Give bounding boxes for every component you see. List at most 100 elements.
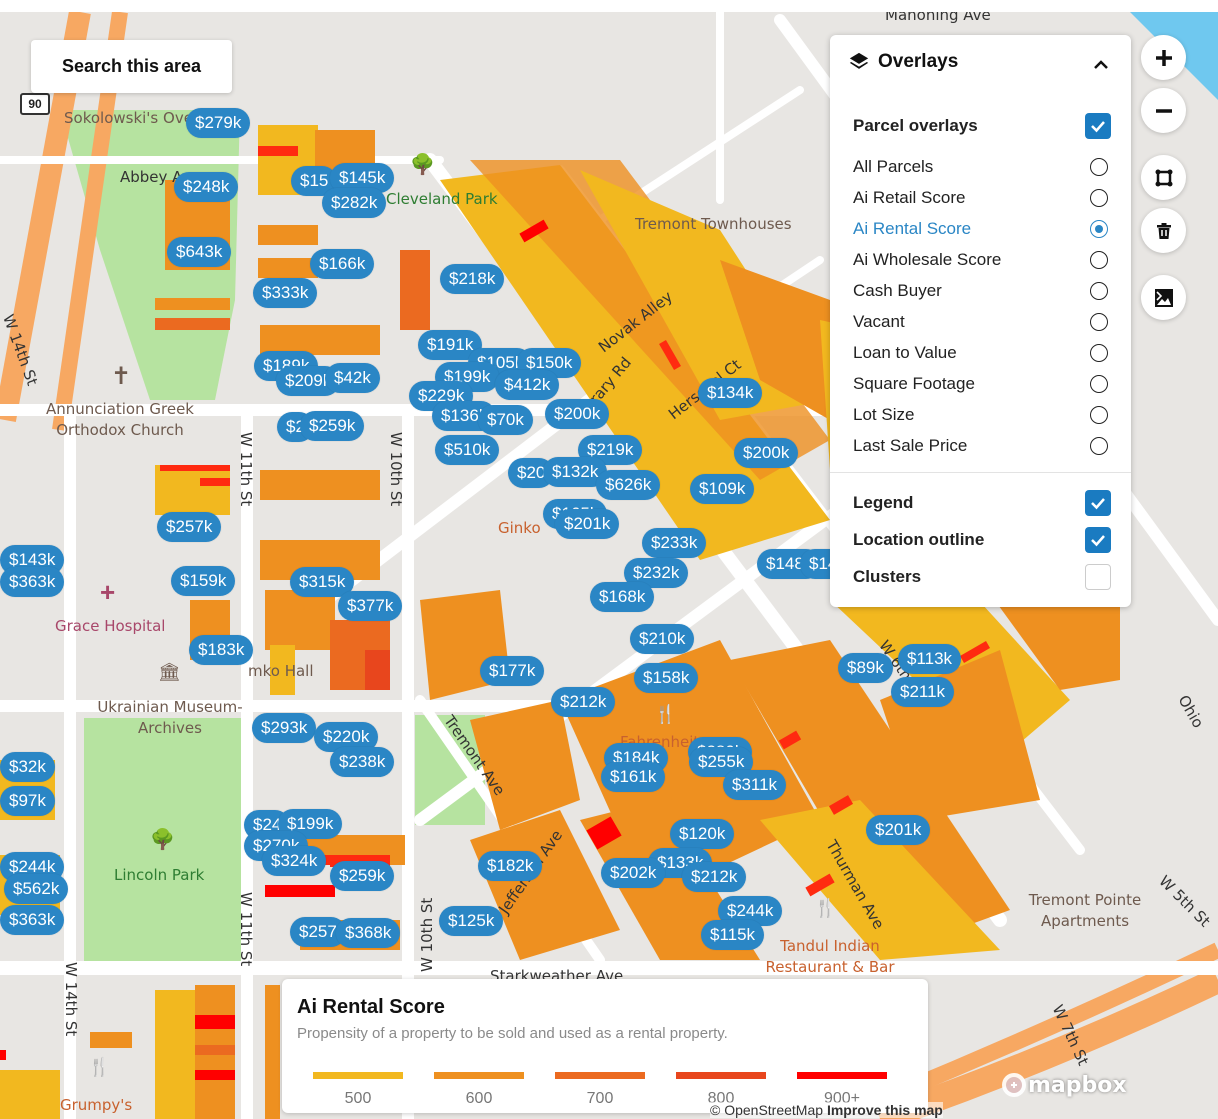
price-pin[interactable]: $233k xyxy=(642,528,707,558)
price-pin[interactable]: $168k xyxy=(590,582,655,612)
place-label: Cleveland Park xyxy=(386,190,498,208)
price-pin[interactable]: $257k xyxy=(157,512,222,542)
toggle-legend[interactable]: Legend xyxy=(853,490,1111,516)
overlay-option-last-sale-price[interactable]: Last Sale Price xyxy=(853,433,1111,459)
toggle-checkbox[interactable] xyxy=(1085,564,1111,590)
price-pin[interactable]: $279k xyxy=(186,108,251,138)
price-pin[interactable]: $183k xyxy=(189,635,254,665)
price-pin[interactable]: $200k xyxy=(545,399,610,429)
price-pin[interactable]: $643k xyxy=(167,237,232,267)
price-pin[interactable]: $32k xyxy=(0,752,55,782)
layers-icon xyxy=(849,52,869,69)
price-pin[interactable]: $412k xyxy=(495,370,560,400)
overlay-option-radio[interactable] xyxy=(1090,406,1108,424)
osm-attribution-link[interactable]: © OpenStreetMap xyxy=(710,1102,823,1118)
overlays-header[interactable]: Overlays xyxy=(848,51,958,73)
overlay-option-radio[interactable] xyxy=(1090,282,1108,300)
parcel-overlays-checkbox[interactable] xyxy=(1085,113,1111,139)
price-pin[interactable]: $182k xyxy=(478,851,543,881)
legend-swatch xyxy=(555,1072,645,1079)
toggle-label: Clusters xyxy=(853,567,922,586)
price-pin[interactable]: $201k xyxy=(555,509,620,539)
satellite-toggle-button[interactable] xyxy=(1141,275,1186,320)
price-pin[interactable]: $166k xyxy=(310,249,375,279)
mapbox-logo[interactable]: mapbox xyxy=(1000,1071,1127,1099)
overlay-option-vacant[interactable]: Vacant xyxy=(853,309,1111,335)
overlay-option-all-parcels[interactable]: All Parcels xyxy=(853,154,1111,180)
overlay-option-lot-size[interactable]: Lot Size xyxy=(853,402,1111,428)
price-pin[interactable]: $311k xyxy=(723,770,787,800)
price-pin[interactable]: $248k xyxy=(174,172,239,202)
park-tree-icon: 🌳 xyxy=(150,829,175,851)
price-pin[interactable]: $89k xyxy=(838,653,893,683)
price-pin[interactable]: $70k xyxy=(478,405,533,435)
zoom-out-button[interactable] xyxy=(1141,88,1186,133)
overlay-option-radio[interactable] xyxy=(1090,220,1108,238)
price-pin[interactable]: $202k xyxy=(601,858,666,888)
price-pin[interactable]: $218k xyxy=(440,264,505,294)
overlay-option-radio[interactable] xyxy=(1090,189,1108,207)
price-pin[interactable]: $159k xyxy=(171,566,236,596)
price-pin[interactable]: $510k xyxy=(435,435,500,465)
price-pin[interactable]: $212k xyxy=(682,862,747,892)
overlay-option-radio[interactable] xyxy=(1090,437,1108,455)
delete-button[interactable] xyxy=(1141,208,1186,253)
price-pin[interactable]: $125k xyxy=(439,906,504,936)
toggle-location-outline[interactable]: Location outline xyxy=(853,527,1111,553)
place-label: Tremont Pointe Apartments xyxy=(1028,891,1142,930)
price-pin[interactable]: $210k xyxy=(630,624,695,654)
overlay-option-radio[interactable] xyxy=(1090,375,1108,393)
overlay-option-cash-buyer[interactable]: Cash Buyer xyxy=(853,278,1111,304)
price-pin[interactable]: $177k xyxy=(480,656,545,686)
overlay-option-ai-rental-score[interactable]: Ai Rental Score xyxy=(853,216,1111,242)
overlay-option-loan-to-value[interactable]: Loan to Value xyxy=(853,340,1111,366)
toggle-clusters[interactable]: Clusters xyxy=(853,564,1111,590)
highway-shield: 90 xyxy=(20,93,50,115)
checkmark-icon xyxy=(1091,535,1105,547)
price-pin[interactable]: $200k xyxy=(734,438,799,468)
overlay-option-radio[interactable] xyxy=(1090,158,1108,176)
price-pin[interactable]: $324k xyxy=(262,846,327,876)
price-pin[interactable]: $120k xyxy=(670,819,735,849)
price-pin[interactable]: $377k xyxy=(338,591,403,621)
overlay-option-radio[interactable] xyxy=(1090,313,1108,331)
price-pin[interactable]: $282k xyxy=(322,188,387,218)
price-pin[interactable]: $293k xyxy=(252,713,317,743)
price-pin[interactable]: $259k xyxy=(330,861,395,891)
overlay-option-radio[interactable] xyxy=(1090,251,1108,269)
overlay-option-ai-wholesale-score[interactable]: Ai Wholesale Score xyxy=(853,247,1111,273)
price-pin[interactable]: $161k xyxy=(601,762,666,792)
parcel-overlays-toggle[interactable]: Parcel overlays xyxy=(853,113,1111,139)
legend-swatch xyxy=(313,1072,403,1079)
toggle-checkbox[interactable] xyxy=(1085,490,1111,516)
price-pin[interactable]: $109k xyxy=(690,474,755,504)
price-pin[interactable]: $113k xyxy=(898,644,962,674)
overlay-option-radio[interactable] xyxy=(1090,344,1108,362)
price-pin[interactable]: $201k xyxy=(866,815,931,845)
price-pin[interactable]: $626k xyxy=(596,470,661,500)
price-pin[interactable]: $134k xyxy=(698,378,763,408)
chevron-up-icon[interactable] xyxy=(1091,55,1111,75)
overlay-option-ai-retail-score[interactable]: Ai Retail Score xyxy=(853,185,1111,211)
price-pin[interactable]: $333k xyxy=(253,278,318,308)
draw-polygon-button[interactable] xyxy=(1141,155,1186,200)
price-pin[interactable]: $158k xyxy=(634,663,699,693)
price-pin[interactable]: $211k xyxy=(891,677,955,707)
place-label: Ginko xyxy=(498,519,541,537)
price-pin[interactable]: $97k xyxy=(0,786,55,816)
price-pin[interactable]: $363k xyxy=(0,567,65,597)
zoom-in-button[interactable] xyxy=(1141,35,1186,80)
price-pin[interactable]: $363k xyxy=(0,905,65,935)
price-pin[interactable]: $42k xyxy=(325,363,380,393)
price-pin[interactable]: $238k xyxy=(330,747,395,777)
improve-map-link[interactable]: Improve this map xyxy=(827,1102,943,1118)
price-pin[interactable]: $259k xyxy=(300,411,365,441)
overlay-option-square-footage[interactable]: Square Footage xyxy=(853,371,1111,397)
price-pin[interactable]: $115k xyxy=(701,920,765,950)
legend-swatch xyxy=(797,1072,887,1079)
price-pin[interactable]: $368k xyxy=(336,918,401,948)
search-this-area-button[interactable]: Search this area xyxy=(31,40,232,93)
price-pin[interactable]: $562k xyxy=(4,874,69,904)
price-pin[interactable]: $212k xyxy=(551,687,616,717)
toggle-checkbox[interactable] xyxy=(1085,527,1111,553)
